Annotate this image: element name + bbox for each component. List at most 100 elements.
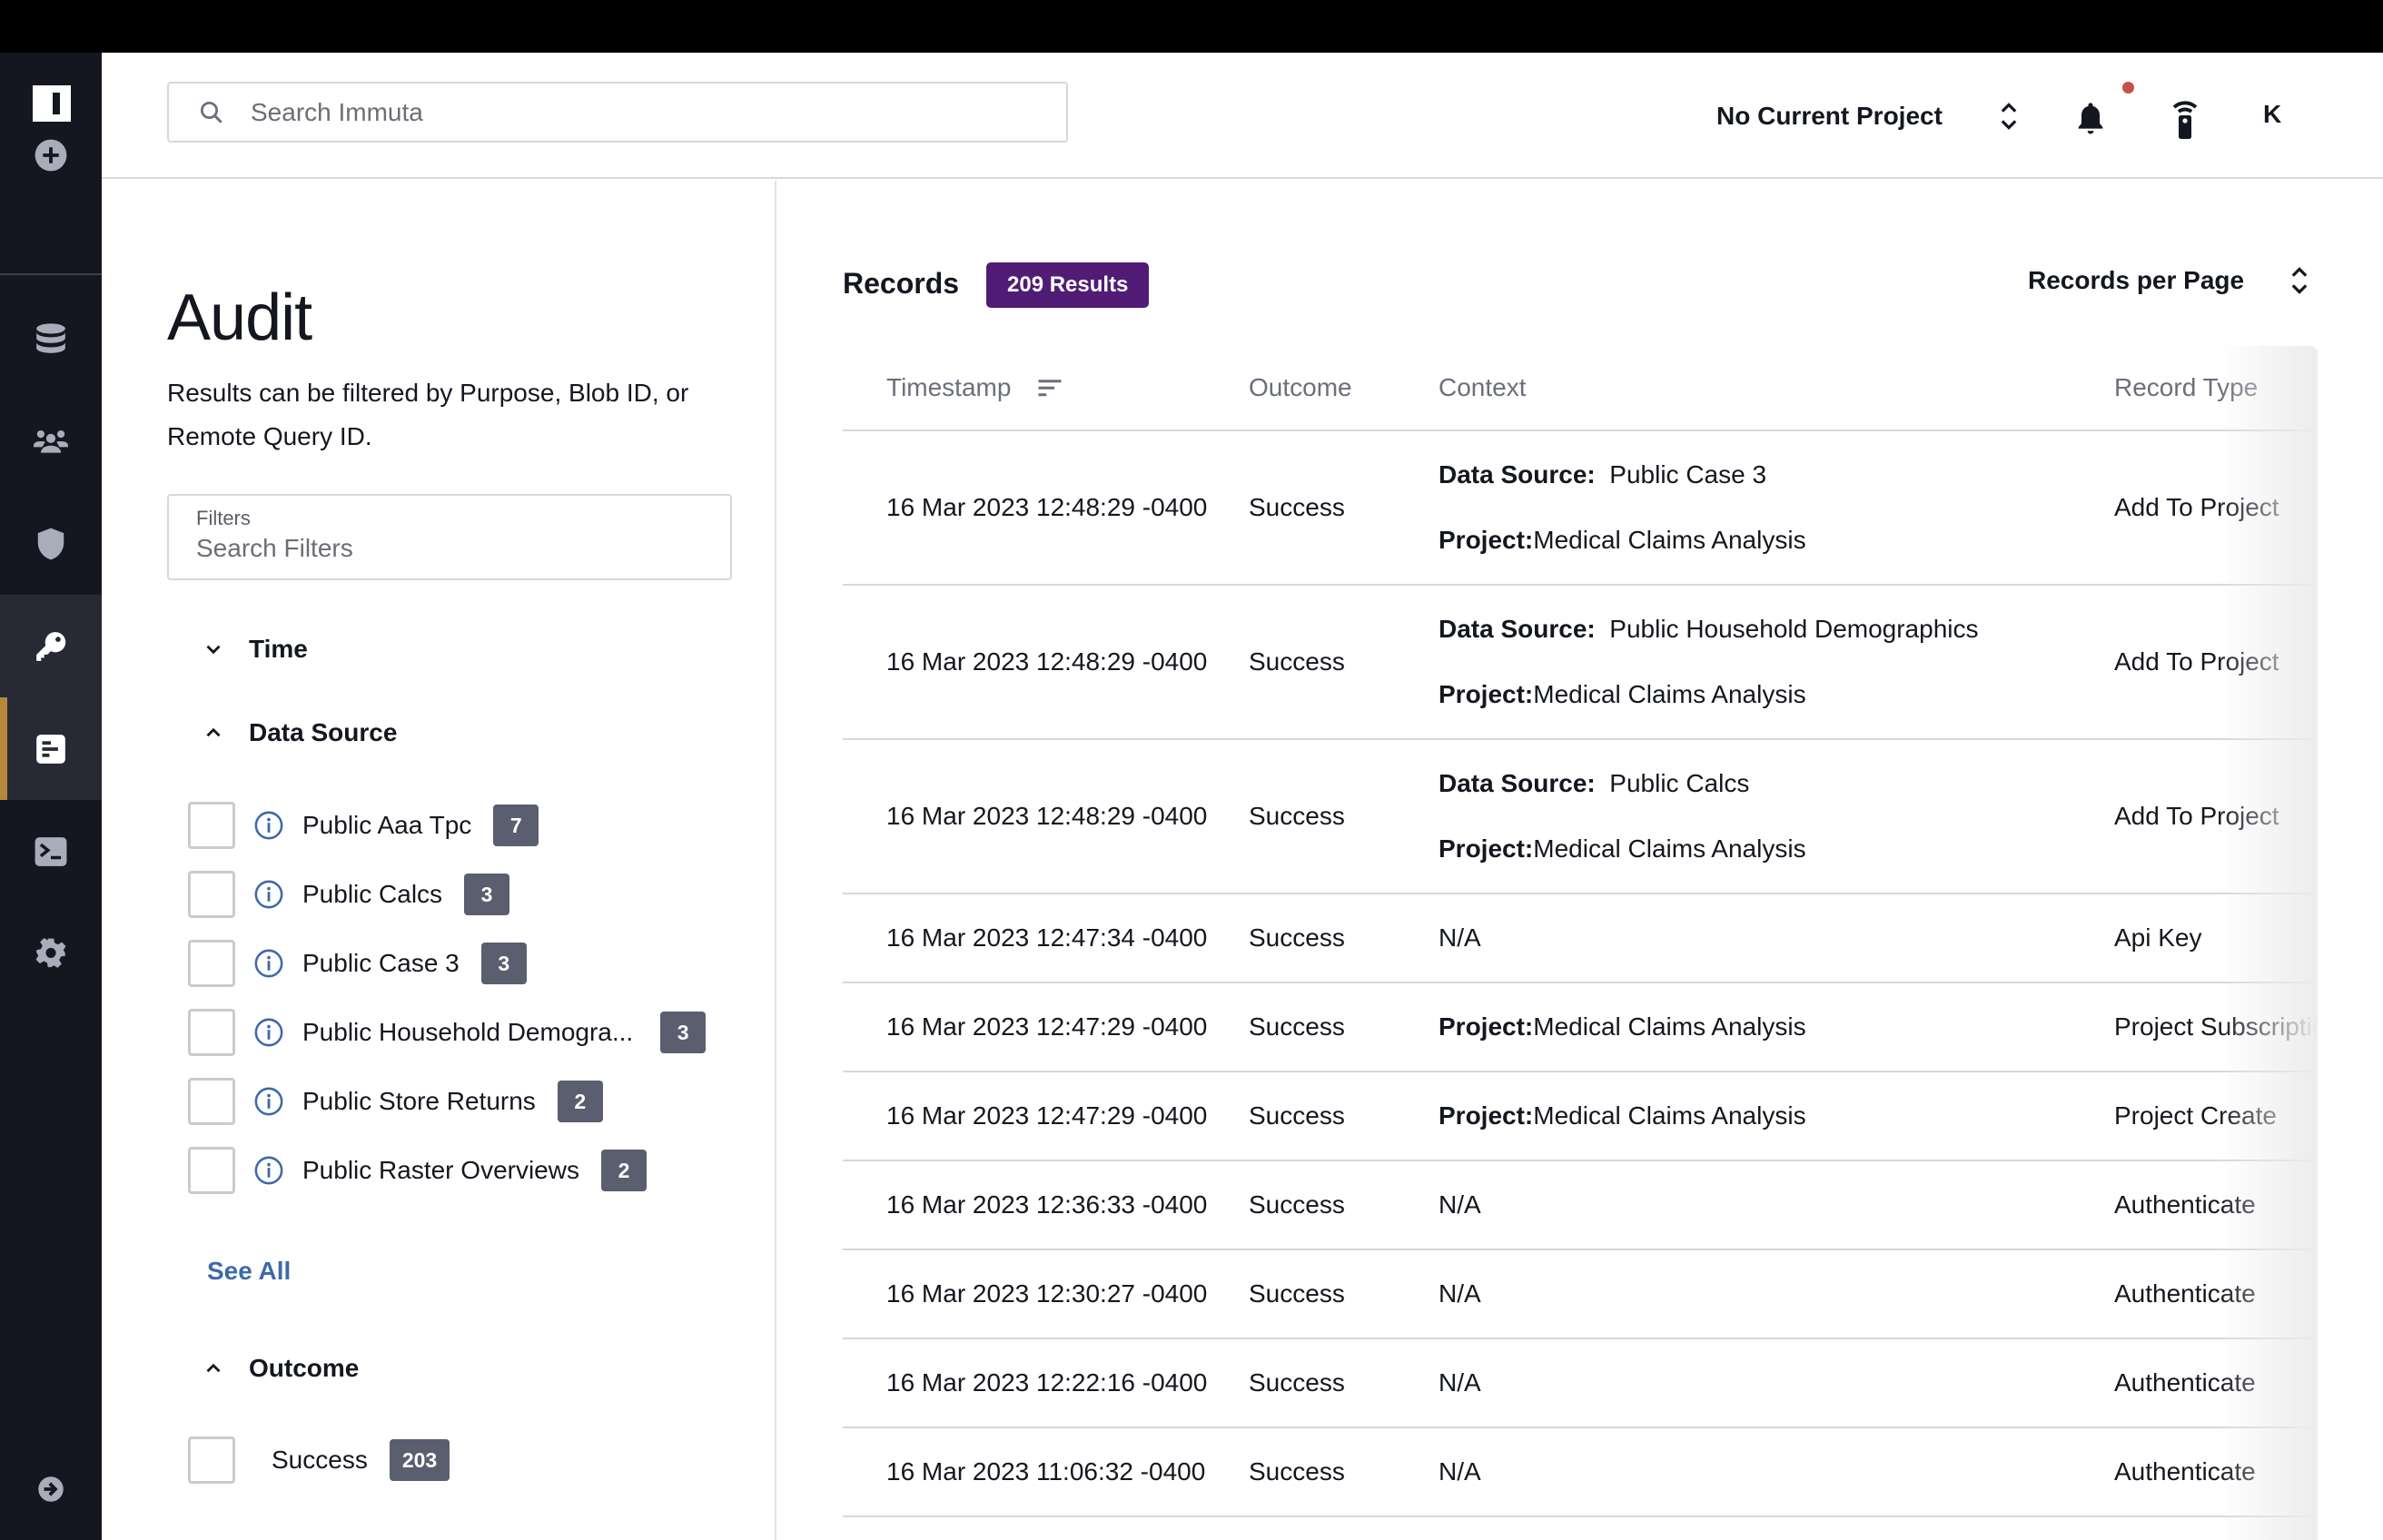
context-line: Data Source: Public Case 3: [1439, 459, 2114, 491]
column-header-context[interactable]: Context: [1439, 346, 2114, 431]
filter-item-label: Public Calcs: [302, 880, 443, 908]
gear-icon: [35, 937, 66, 968]
sidebar-item-people[interactable]: [0, 390, 102, 492]
filter-item-label: Public Aaa Tpc: [302, 811, 472, 839]
user-avatar[interactable]: K: [2263, 100, 2281, 129]
cell-outcome: Success: [1249, 1427, 1439, 1517]
remote-connect-icon[interactable]: [2169, 96, 2201, 140]
cell-record-type: Project Subscription: [2114, 982, 2318, 1072]
global-search[interactable]: [167, 82, 1068, 143]
table-row[interactable]: 16 Mar 2023 12:36:33 -0400 Success N/A Auth…: [843, 1160, 2318, 1250]
cell-record-type: Authenticate: [2114, 1338, 2318, 1428]
info-icon[interactable]: [253, 810, 284, 841]
filter-section-time[interactable]: Time: [202, 635, 308, 664]
context-value: Medical Claims Analysis: [1533, 526, 1806, 554]
filter-item: Success 203: [188, 1436, 450, 1485]
context-value: Medical Claims Analysis: [1533, 1101, 1806, 1130]
table-row[interactable]: 16 Mar 2023 12:30:27 -0400 Success N/A Auth…: [843, 1249, 2318, 1339]
context-value: N/A: [1439, 1457, 1481, 1486]
column-header-timestamp[interactable]: Timestamp: [843, 346, 1249, 431]
table-row[interactable]: 16 Mar 2023 12:48:29 -0400 Success Data So…: [843, 739, 2318, 894]
chevron-up-down-icon: [2001, 103, 2017, 130]
sidebar-item-audit[interactable]: [0, 697, 102, 800]
cell-context: Data Source: Public Case 3 Project:Medica…: [1439, 430, 2114, 586]
cell-record-type: Add To Project: [2114, 585, 2318, 740]
sidebar-divider: [0, 273, 102, 275]
table-row[interactable]: 16 Mar 2023 12:48:29 -0400 Success Data So…: [843, 585, 2318, 740]
filter-search-input[interactable]: [196, 534, 687, 563]
filter-checkbox[interactable]: [188, 1078, 235, 1125]
sidebar-nav: [0, 53, 102, 1540]
project-selector[interactable]: No Current Project: [1716, 100, 2019, 133]
context-key: Project:: [1439, 1101, 1534, 1130]
filter-section-outcome-label: Outcome: [249, 1354, 360, 1382]
filter-checkbox[interactable]: [188, 1436, 235, 1484]
cell-outcome: Success: [1249, 893, 1439, 983]
filter-section-outcome[interactable]: Outcome: [202, 1354, 359, 1383]
context-value: Public Household Demographics: [1595, 615, 1979, 643]
filter-search-field[interactable]: Filters: [167, 494, 732, 580]
bell-icon[interactable]: [2072, 100, 2109, 136]
context-value: N/A: [1439, 1279, 1481, 1308]
context-key: Project:: [1439, 680, 1534, 708]
sidebar-expand[interactable]: [0, 1437, 102, 1540]
table-row[interactable]: 16 Mar 2023 12:48:29 -0400 Success Data So…: [843, 430, 2318, 586]
chevron-up-down-icon: [2291, 267, 2308, 294]
filter-search-label: Filters: [196, 507, 251, 529]
cell-outcome: Success: [1249, 585, 1439, 740]
info-icon[interactable]: [253, 879, 284, 910]
filter-item-label: Public Case 3: [302, 949, 460, 977]
sidebar-item-settings[interactable]: [0, 903, 102, 1005]
records-table-container[interactable]: Timestamp Outcome Context Record Type 16…: [843, 346, 2318, 1540]
cell-record-type: Authenticate: [2114, 1427, 2318, 1517]
filter-checkbox[interactable]: [188, 871, 235, 918]
table-row[interactable]: 16 Mar 2023 12:47:34 -0400 Success N/A Api …: [843, 893, 2318, 983]
column-header-outcome[interactable]: Outcome: [1249, 346, 1439, 431]
cell-timestamp: 16 Mar 2023 12:48:29 -0400: [843, 585, 1249, 740]
filter-panel: Audit Results can be filtered by Purpose…: [102, 181, 776, 1540]
context-key: Project:: [1439, 834, 1534, 863]
filter-section-data-source[interactable]: Data Source: [202, 718, 397, 747]
filter-checkbox[interactable]: [188, 802, 235, 849]
info-icon[interactable]: [253, 1155, 284, 1186]
cell-timestamp: 16 Mar 2023 12:47:34 -0400: [843, 893, 1249, 983]
cell-record-type: Project Create: [2114, 1071, 2318, 1161]
filter-checkbox[interactable]: [188, 1147, 235, 1194]
filter-item-count: 7: [493, 805, 539, 846]
cell-timestamp: 16 Mar 2023 12:48:29 -0400: [843, 430, 1249, 586]
info-icon[interactable]: [253, 1017, 284, 1048]
filter-section-time-label: Time: [249, 635, 308, 663]
see-all-link[interactable]: See All: [207, 1257, 291, 1286]
filter-checkbox[interactable]: [188, 1009, 235, 1056]
sort-icon[interactable]: [1036, 376, 1063, 400]
column-header-record-type[interactable]: Record Type: [2114, 346, 2318, 431]
cell-context: Project:Medical Claims Analysis: [1439, 1071, 2114, 1161]
sidebar-item-query-editor[interactable]: [0, 800, 102, 903]
filter-checkbox[interactable]: [188, 940, 235, 987]
cell-outcome: Success: [1249, 739, 1439, 894]
records-per-page-select[interactable]: Records per Page: [2028, 264, 2309, 297]
cell-timestamp: 16 Mar 2023 12:48:29 -0400: [843, 739, 1249, 894]
filter-item-count: 3: [480, 943, 527, 984]
filter-item-label: Public Store Returns: [302, 1087, 536, 1115]
table-header-row: Timestamp Outcome Context Record Type: [843, 346, 2318, 431]
cell-outcome: Success: [1249, 1338, 1439, 1428]
sidebar-item-api-keys[interactable]: [0, 595, 102, 697]
database-icon: [36, 322, 65, 353]
chevron-down-icon: [206, 645, 221, 655]
table-row[interactable]: 16 Mar 2023 12:47:29 -0400 Success Project…: [843, 1071, 2318, 1161]
table-row[interactable]: 16 Mar 2023 12:22:16 -0400 Success N/A Auth…: [843, 1338, 2318, 1428]
info-icon[interactable]: [253, 948, 284, 979]
info-icon[interactable]: [253, 1086, 284, 1117]
table-row[interactable]: 16 Mar 2023 11:06:32 -0400 Success N/A Auth…: [843, 1427, 2318, 1517]
plus-circle-icon: [35, 139, 67, 171]
page-description: Results can be filtered by Purpose, Blob…: [167, 379, 689, 450]
sidebar-item-governance[interactable]: [0, 492, 102, 595]
search-icon: [201, 101, 222, 123]
sidebar-item-data-sources[interactable]: [0, 287, 102, 390]
table-row[interactable]: 16 Mar 2023 12:47:29 -0400 Success Project…: [843, 982, 2318, 1072]
filter-item: Public Aaa Tpc 7: [188, 801, 539, 850]
global-search-input[interactable]: [251, 97, 1050, 127]
sidebar-item-add[interactable]: [0, 104, 102, 206]
results-count-badge: 209 Results: [986, 262, 1150, 308]
